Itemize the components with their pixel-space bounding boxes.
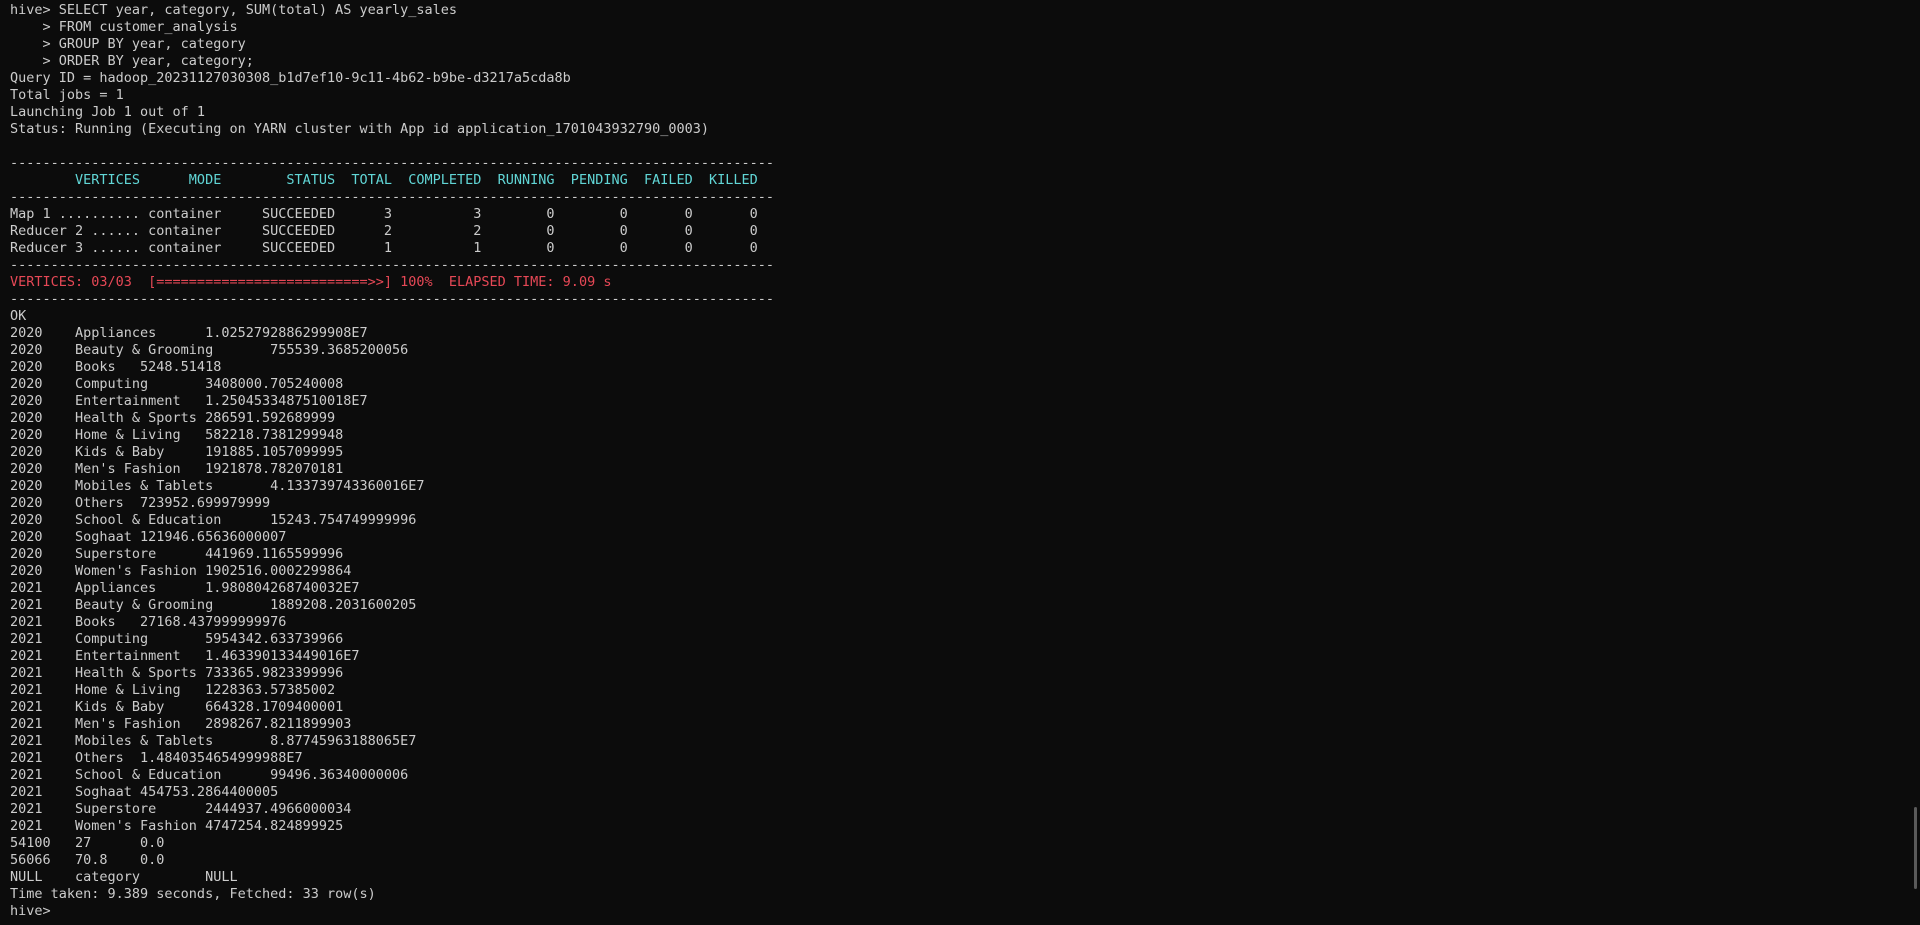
terminal-line: Reducer 2 ...... container SUCCEEDED 2 2…: [10, 223, 758, 239]
terminal-line: > FROM customer_analysis: [10, 19, 238, 35]
scrollbar[interactable]: [1912, 0, 1920, 925]
terminal-line: 2021 Entertainment 1.463390133449016E7: [10, 648, 360, 664]
terminal-line: 2020 Mobiles & Tablets 4.133739743360016…: [10, 478, 425, 494]
terminal-line: 2021 Beauty & Grooming 1889208.203160020…: [10, 597, 417, 613]
terminal-line: Reducer 3 ...... container SUCCEEDED 1 1…: [10, 240, 758, 256]
terminal-line: 2021 Home & Living 1228363.57385002: [10, 682, 336, 698]
terminal-line: 2021 Superstore 2444937.4966000034: [10, 801, 352, 817]
terminal-line: ----------------------------------------…: [10, 189, 775, 205]
terminal-line: 2020 Books 5248.51418: [10, 359, 222, 375]
terminal-line: 2020 Appliances 1.0252792886299908E7: [10, 325, 368, 341]
terminal-line: Map 1 .......... container SUCCEEDED 3 3…: [10, 206, 758, 222]
terminal-line: 2020 Kids & Baby 191885.1057099995: [10, 444, 344, 460]
prompt-line[interactable]: hive>: [10, 903, 774, 920]
terminal-line: Launching Job 1 out of 1: [10, 104, 206, 120]
terminal-line: 2020 Superstore 441969.1165599996: [10, 546, 344, 562]
terminal-line: 2021 Others 1.4840354654999988E7: [10, 750, 303, 766]
terminal-line: 2020 Entertainment 1.2504533487510018E7: [10, 393, 368, 409]
terminal-line: NULL category NULL: [10, 869, 238, 885]
terminal-line: 2020 Women's Fashion 1902516.0002299864: [10, 563, 352, 579]
terminal-line: > GROUP BY year, category: [10, 36, 246, 52]
terminal-line: 2021 Computing 5954342.633739966: [10, 631, 344, 647]
vertices-table-header: VERTICES MODE STATUS TOTAL COMPLETED RUN…: [10, 172, 758, 188]
terminal-line: 2021 Health & Sports 733365.9823399996: [10, 665, 344, 681]
terminal-line: 2021 Soghaat 454753.2864400005: [10, 784, 279, 800]
terminal-line: Total jobs = 1: [10, 87, 124, 103]
terminal-line: 2020 Beauty & Grooming 755539.3685200056: [10, 342, 409, 358]
terminal-line: hive> SELECT year, category, SUM(total) …: [10, 2, 458, 18]
terminal-line: 2021 Books 27168.437999999976: [10, 614, 287, 630]
terminal-output: hive> SELECT year, category, SUM(total) …: [10, 2, 774, 920]
terminal-line: 2021 Mobiles & Tablets 8.87745963188065E…: [10, 733, 417, 749]
terminal-line: 2021 School & Education 99496.3634000000…: [10, 767, 409, 783]
progress-status-line: VERTICES: 03/03 [=======================…: [10, 274, 612, 290]
terminal-line: 2020 Men's Fashion 1921878.782070181: [10, 461, 344, 477]
terminal-line: 2020 Others 723952.699979999: [10, 495, 271, 511]
terminal-line: 2020 Home & Living 582218.7381299948: [10, 427, 344, 443]
terminal-line: 2020 Soghaat 121946.65636000007: [10, 529, 287, 545]
terminal-line: Time taken: 9.389 seconds, Fetched: 33 r…: [10, 886, 376, 902]
terminal-line: ----------------------------------------…: [10, 291, 775, 307]
terminal-line: 2021 Appliances 1.980804268740032E7: [10, 580, 360, 596]
terminal-line: 2021 Men's Fashion 2898267.8211899903: [10, 716, 352, 732]
terminal-line: 54100 27 0.0: [10, 835, 165, 851]
terminal-line: > ORDER BY year, category;: [10, 53, 254, 69]
terminal-line: OK: [10, 308, 27, 324]
terminal-window[interactable]: hive> SELECT year, category, SUM(total) …: [0, 0, 1920, 925]
terminal-line: 2020 Health & Sports 286591.592689999: [10, 410, 336, 426]
terminal-line: 2021 Women's Fashion 4747254.824899925: [10, 818, 344, 834]
terminal-line: ----------------------------------------…: [10, 155, 775, 171]
terminal-line: 2020 School & Education 15243.7547499999…: [10, 512, 417, 528]
terminal-line: 2020 Computing 3408000.705240008: [10, 376, 344, 392]
terminal-line: 56066 70.8 0.0: [10, 852, 165, 868]
terminal-line: 2021 Kids & Baby 664328.1709400001: [10, 699, 344, 715]
terminal-line: Status: Running (Executing on YARN clust…: [10, 121, 709, 137]
terminal-line: ----------------------------------------…: [10, 257, 775, 273]
terminal-line: Query ID = hadoop_20231127030308_b1d7ef1…: [10, 70, 571, 86]
scrollbar-thumb[interactable]: [1914, 807, 1917, 889]
